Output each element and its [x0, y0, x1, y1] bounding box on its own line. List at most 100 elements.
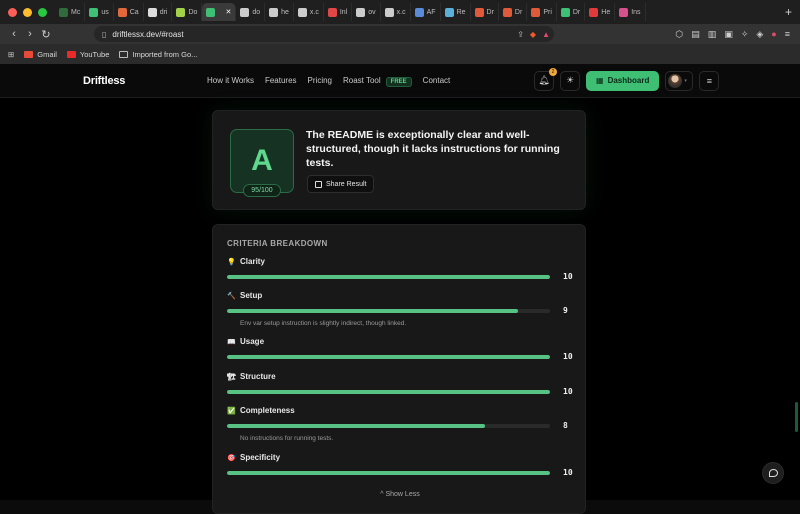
nav-pricing[interactable]: Pricing [308, 76, 332, 85]
tab-label: Dr [486, 8, 494, 16]
browser-tab[interactable]: Mc [55, 3, 86, 21]
browser-tab[interactable]: Inl [324, 3, 353, 21]
show-less-button[interactable]: ^ Show Less [213, 491, 587, 498]
main-nav: How it Works Features Pricing Roast Tool… [207, 76, 451, 87]
dashboard-button[interactable]: ▦ Dashboard [586, 70, 660, 91]
criterion-name-row: ✅ Completeness [227, 406, 573, 415]
menu-icon[interactable]: ≡ [785, 29, 790, 40]
criterion-bar-row: 10 [227, 468, 573, 477]
brave-rewards-icon[interactable]: ▲ [542, 30, 550, 39]
scroll-indicator[interactable] [795, 402, 798, 432]
browser-tab[interactable]: he [265, 3, 294, 21]
forward-icon[interactable]: › [22, 28, 38, 40]
browser-tab[interactable]: Ca [114, 3, 144, 21]
close-window-button[interactable] [8, 7, 17, 17]
chat-button[interactable] [762, 462, 784, 484]
new-tab-button[interactable]: + [777, 5, 800, 19]
nav-contact[interactable]: Contact [423, 76, 451, 85]
main-content: A 95/100 The README is exceptionally cle… [0, 98, 800, 514]
browser-tab[interactable]: us [85, 3, 114, 21]
reload-icon[interactable]: ↻ [38, 28, 54, 41]
criterion-row: 🏗 Structure 10 [227, 372, 573, 396]
browser-tab[interactable]: dri [144, 3, 173, 21]
score-bar-fill [227, 470, 550, 475]
favicon-icon [59, 7, 68, 17]
browser-tab[interactable]: x.c [381, 3, 411, 21]
apps-icon[interactable]: ⊞ [8, 50, 14, 59]
criterion-name: Specificity [240, 453, 281, 462]
wallet-icon[interactable]: ▣ [724, 29, 733, 40]
criterion-score: 10 [563, 387, 573, 396]
criterion-score: 10 [563, 352, 573, 361]
tab-label: AF [426, 8, 436, 16]
favicon-icon [384, 7, 394, 17]
criteria-title: CRITERIA BREAKDOWN [227, 239, 328, 248]
criterion-score: 8 [563, 421, 568, 430]
tab-label: He [601, 8, 611, 16]
browser-tab[interactable]: AF [411, 3, 441, 21]
score-bar-track [227, 389, 550, 394]
browser-tab-strip: Mc us Ca dri Do ✕ do he x.c Inl ov x.c AF Re Dr Dr Pri Dr… [0, 0, 800, 24]
bookmark-gmail[interactable]: Gmail [24, 50, 57, 59]
browser-tab[interactable]: Dr [471, 3, 499, 21]
extensions-icon[interactable]: ⬡ [675, 29, 683, 40]
brave-shield-icon[interactable]: ◆ [530, 30, 536, 39]
sidebar-icon[interactable]: ▥ [708, 29, 717, 40]
reader-icon[interactable]: ▤ [691, 29, 700, 40]
browser-tab[interactable]: ov [352, 3, 381, 21]
browser-tab[interactable]: Re [441, 3, 471, 21]
favicon-icon [297, 7, 307, 17]
address-bar[interactable]: ▯ driftlessx.dev/#roast ⇪ ◆ ▲ [94, 26, 554, 42]
hamburger-menu-button[interactable]: ≡ [699, 70, 720, 91]
share-icon[interactable]: ⇪ [517, 30, 524, 39]
maximize-window-button[interactable] [38, 7, 47, 17]
criterion-bar-row: 8 [227, 421, 573, 430]
window-controls [8, 7, 47, 17]
criterion-row: 🔨 Setup 9 Env var setup instruction is slig… [227, 291, 573, 327]
browser-toolbar: ‹ › ↻ ▯ driftlessx.dev/#roast ⇪ ◆ ▲ ⬡ ▤ … [0, 24, 800, 44]
back-icon[interactable]: ‹ [6, 28, 22, 40]
nav-how-it-works[interactable]: How it Works [207, 76, 254, 85]
browser-tab[interactable]: Ins [615, 3, 646, 21]
browser-tab[interactable]: do [236, 3, 266, 21]
browser-tab[interactable]: Dr [557, 3, 586, 21]
browser-tab[interactable]: x.c [294, 3, 324, 21]
nav-roast-tool[interactable]: Roast Tool FREE [343, 76, 412, 87]
leo-icon[interactable]: ✧ [741, 29, 749, 40]
score-bar-fill [227, 354, 550, 359]
tab-label: Ca [129, 8, 139, 16]
criterion-name-row: 💡 Clarity [227, 257, 573, 266]
site-logo[interactable]: Driftless [83, 75, 125, 87]
bookmark-youtube[interactable]: YouTube [66, 50, 109, 59]
browser-tab[interactable]: Do [172, 3, 203, 21]
browser-tab[interactable]: ✕ [202, 3, 237, 21]
bookmark-icon[interactable]: ▯ [102, 30, 106, 39]
user-menu-button[interactable]: ▾ [665, 70, 694, 91]
chat-icon [768, 469, 778, 477]
share-result-button[interactable]: Share Result [307, 175, 375, 193]
criterion-name: Structure [240, 372, 276, 381]
nav-features[interactable]: Features [265, 76, 297, 85]
criterion-row: 🎯 Specificity 10 [227, 453, 573, 477]
favicon-icon [531, 7, 541, 17]
menu-icon: ≡ [706, 75, 712, 86]
tab-label: dri [159, 8, 168, 16]
browser-tab[interactable]: He [585, 3, 616, 21]
tab-label: Do [188, 8, 198, 16]
profile-icon[interactable]: ● [771, 29, 776, 40]
minimize-window-button[interactable] [23, 7, 32, 17]
bookmarks-bar: ⊞ Gmail YouTube Imported from Go... [0, 44, 800, 64]
tab-label: us [101, 8, 109, 16]
favicon-icon [414, 7, 424, 17]
browser-tab[interactable]: Pri [527, 3, 557, 21]
close-tab-icon[interactable]: ✕ [225, 8, 231, 16]
criterion-name: Clarity [240, 257, 265, 266]
browser-tab[interactable]: Dr [499, 3, 528, 21]
vpn-icon[interactable]: ◈ [756, 29, 763, 40]
favicon-icon [117, 7, 127, 17]
favicon-icon [474, 7, 484, 17]
notifications-button[interactable]: 🔔︎ 2 [534, 67, 557, 91]
favicon-icon [89, 7, 99, 17]
theme-toggle-button[interactable]: ☀ [560, 70, 580, 91]
bookmark-folder-imported[interactable]: Imported from Go... [119, 50, 197, 59]
